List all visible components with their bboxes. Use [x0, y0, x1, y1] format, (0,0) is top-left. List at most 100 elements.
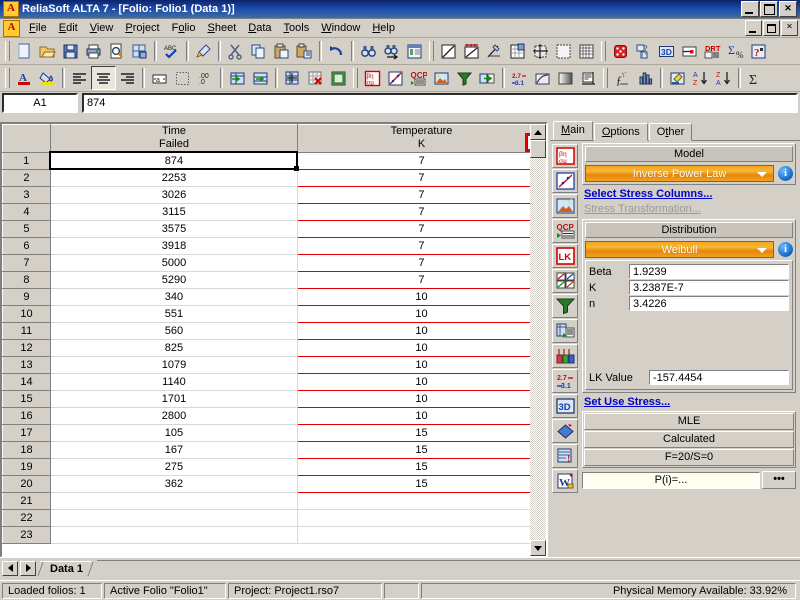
- row-header-19[interactable]: 19: [2, 458, 51, 476]
- menu-sheet[interactable]: Sheet: [202, 20, 243, 36]
- row-header-21[interactable]: 21: [2, 492, 51, 510]
- row-header-4[interactable]: 4: [2, 203, 51, 221]
- row-header-5[interactable]: 5: [2, 220, 51, 238]
- align-left-icon[interactable]: [68, 67, 91, 89]
- menu-edit[interactable]: Edit: [53, 20, 84, 36]
- row-header-3[interactable]: 3: [2, 186, 51, 204]
- menu-view[interactable]: View: [84, 20, 120, 36]
- page-setup-icon[interactable]: [128, 40, 151, 62]
- sort-za-icon[interactable]: ZA: [712, 67, 735, 89]
- mdi-close-button[interactable]: ✕: [781, 20, 798, 36]
- row-header-11[interactable]: 11: [2, 322, 51, 340]
- row-header-22[interactable]: 22: [2, 509, 51, 527]
- cell-temperature-1[interactable]: 7: [296, 151, 546, 170]
- menu-help[interactable]: Help: [366, 20, 401, 36]
- merge-cells-icon[interactable]: a: [148, 67, 171, 89]
- plot-line-icon[interactable]: [552, 169, 578, 193]
- cell-temperature-21[interactable]: [297, 492, 546, 510]
- alerts-icon[interactable]: !: [552, 444, 578, 468]
- toolbar-grip[interactable]: [353, 68, 358, 88]
- formula-input[interactable]: 874: [82, 93, 798, 113]
- plot-sheet-icon[interactable]: [437, 40, 460, 62]
- gradient-icon[interactable]: [554, 67, 577, 89]
- menu-folio[interactable]: Folio: [166, 20, 202, 36]
- row-header-2[interactable]: 2: [2, 169, 51, 187]
- cell-time-19[interactable]: 275: [50, 458, 298, 476]
- cell-temperature-5[interactable]: 7: [296, 220, 546, 238]
- pi-field[interactable]: P(i)=...: [582, 471, 760, 489]
- model-dropdown[interactable]: Inverse Power Law: [585, 165, 774, 182]
- blue-diamond-icon[interactable]: [552, 419, 578, 443]
- menu-window[interactable]: Window: [315, 20, 366, 36]
- mdi-restore-button[interactable]: [763, 20, 780, 36]
- close-button[interactable]: ✕: [779, 1, 797, 17]
- column-header-temperature-k[interactable]: Temperature K ✔: [297, 124, 546, 153]
- scroll-track[interactable]: [530, 158, 546, 540]
- quick-stat-icon[interactable]: ?: [632, 40, 655, 62]
- cell-time-4[interactable]: 3115: [50, 203, 298, 221]
- blank-plot-icon[interactable]: [552, 40, 575, 62]
- cell-time-6[interactable]: 3918: [50, 237, 298, 255]
- cell-temperature-7[interactable]: 7: [296, 254, 546, 272]
- qcp-icon[interactable]: QCP: [552, 219, 578, 243]
- cell-time-8[interactable]: 5290: [50, 271, 298, 289]
- qcp-icon[interactable]: QCP: [407, 67, 430, 89]
- open-folder-icon[interactable]: [36, 40, 59, 62]
- print-icon[interactable]: [82, 40, 105, 62]
- paste-icon[interactable]: [270, 40, 293, 62]
- menu-tools[interactable]: Tools: [278, 20, 316, 36]
- cell-time-3[interactable]: 3026: [50, 186, 298, 204]
- transfer-data-icon[interactable]: [476, 67, 499, 89]
- set-use-stress-link[interactable]: Set Use Stress...: [584, 396, 796, 408]
- cell-time-14[interactable]: 1140: [50, 373, 298, 391]
- image-icon[interactable]: [430, 67, 453, 89]
- model-info-icon[interactable]: i: [778, 166, 793, 181]
- distribution-info-icon[interactable]: i: [778, 242, 793, 257]
- histogram-icon[interactable]: [634, 67, 657, 89]
- drt-icon[interactable]: DRT: [701, 40, 724, 62]
- cell-temperature-10[interactable]: 10: [296, 305, 546, 323]
- row-header-18[interactable]: 18: [2, 441, 51, 459]
- new-document-icon[interactable]: [13, 40, 36, 62]
- transfer-data-icon[interactable]: [552, 319, 578, 343]
- find-next-icon[interactable]: [380, 40, 403, 62]
- cell-temperature-23[interactable]: [297, 526, 546, 544]
- scroll-up-button[interactable]: [530, 124, 546, 140]
- row-header-9[interactable]: 9: [2, 288, 51, 306]
- autosum-icon[interactable]: Σ: [744, 67, 767, 89]
- insert-cells-icon[interactable]: [281, 67, 304, 89]
- align-center-icon[interactable]: [91, 66, 116, 90]
- menu-file[interactable]: FFileile: [23, 20, 53, 36]
- toolbar-grip[interactable]: [429, 41, 434, 61]
- cell-temperature-8[interactable]: 7: [296, 271, 546, 289]
- multi-plot-icon[interactable]: [552, 269, 578, 293]
- toolbar-grip[interactable]: [5, 68, 10, 88]
- tab-main[interactable]: Main: [553, 121, 593, 140]
- cell-temperature-12[interactable]: 10: [296, 339, 546, 357]
- cell-temperature-22[interactable]: [297, 509, 546, 527]
- cell-temperature-15[interactable]: 10: [296, 390, 546, 408]
- print-preview-icon[interactable]: [105, 40, 128, 62]
- cut-scissors-icon[interactable]: [224, 40, 247, 62]
- three-d-plot-icon[interactable]: 3D: [655, 40, 678, 62]
- insert-column-icon[interactable]: [226, 67, 249, 89]
- row-header-10[interactable]: 10: [2, 305, 51, 323]
- row-header-12[interactable]: 12: [2, 339, 51, 357]
- lk-icon[interactable]: LK: [552, 244, 578, 268]
- grid-lines-icon[interactable]: [575, 40, 598, 62]
- cell-time-2[interactable]: 2253: [50, 169, 298, 187]
- cell-temperature-3[interactable]: 7: [296, 186, 546, 204]
- row-header-13[interactable]: 13: [2, 356, 51, 374]
- move-plot-icon[interactable]: [529, 40, 552, 62]
- plot-grid-icon[interactable]: [506, 40, 529, 62]
- project-explorer-icon[interactable]: [403, 40, 426, 62]
- spell-check-icon[interactable]: ABC: [160, 40, 183, 62]
- toolbar-grip[interactable]: [5, 41, 10, 61]
- edit-note-icon[interactable]: [666, 67, 689, 89]
- cell-temperature-18[interactable]: 15: [296, 441, 546, 459]
- ranking-icon[interactable]: [552, 344, 578, 368]
- fill-color-icon[interactable]: [36, 67, 59, 89]
- cell-temperature-6[interactable]: 7: [296, 237, 546, 255]
- cell-time-21[interactable]: [50, 492, 298, 510]
- sort-az-icon[interactable]: AZ: [689, 67, 712, 89]
